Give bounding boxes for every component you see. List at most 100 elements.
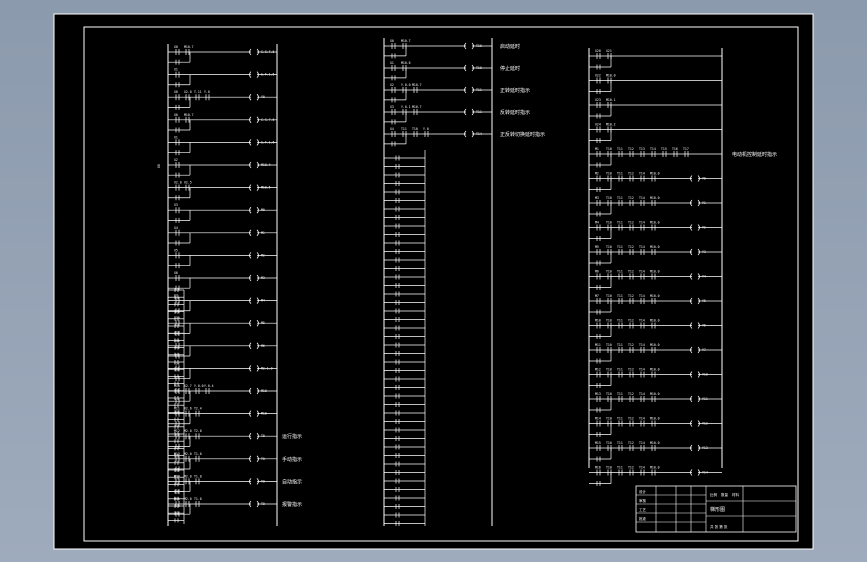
right_column-contact-label: T14: [639, 294, 645, 298]
left_column-contact-label: X1: [174, 135, 178, 139]
right_column-contact-label: T17: [683, 147, 689, 151]
left_column-contact-label: X0: [174, 45, 178, 49]
right_column-contact-label: T14: [639, 368, 645, 372]
right_column-contact-label: X24: [595, 123, 601, 127]
title-block-scale-label: 比例: [710, 492, 718, 497]
right_column-contact-label: M7: [595, 294, 599, 298]
left_column-contact-label: Y.0.0: [194, 384, 204, 388]
right_column-contact-label: M10.0: [650, 466, 660, 470]
left_column-contact-label: X3: [174, 203, 178, 207]
title-block-title: 梯形图: [710, 506, 725, 513]
left_column-rung-comment: 自动指示: [282, 478, 302, 485]
middle_column-rung-comment: 启动延时: [500, 43, 520, 50]
right_column-rung-comment: 电动机控制延时指示: [732, 151, 777, 158]
middle_column-contact-label: Y.0.1: [401, 105, 411, 109]
left-rail-label: X0: [157, 164, 161, 168]
right_column-contact-label: T10: [606, 294, 612, 298]
middle_column-contact-label: Y.0.0: [401, 83, 411, 87]
left_column-contact-label: M2.0: [184, 452, 192, 456]
middle_column-rung-comment: 正反转切换延时指示: [500, 131, 545, 138]
right_column-contact-label: T12: [628, 245, 634, 249]
right_column-contact-label: T14: [639, 172, 645, 176]
title-block-scale-label: 数量: [721, 492, 729, 497]
right_column-contact-label: X22: [595, 74, 601, 78]
right_column-contact-label: T14: [639, 392, 645, 396]
title-block-row-label: 审核: [639, 498, 647, 503]
drawing-canvas: X0 M10.7 C.S.F.5 X1 S.F.1.5 X0 X2.0 T.11 Y.0 Y0 X0…: [0, 0, 867, 562]
left_column-contact-label: X2.0: [174, 181, 182, 185]
left_column-contact-label: T.11: [194, 90, 202, 94]
right_column-contact-label: T11: [617, 172, 623, 176]
left_column-contact-label: M2.0: [184, 474, 192, 478]
title-block-sheet-label: 共 张 第 张: [710, 524, 728, 529]
right_column-contact-label: T10: [606, 196, 612, 200]
right_column-contact-label: T12: [628, 441, 634, 445]
middle_column-contact-label: X3: [390, 105, 394, 109]
right_column-contact-label: T10: [606, 172, 612, 176]
left_column-contact-label: X6: [174, 271, 178, 275]
right_column-contact-label: T11: [617, 294, 623, 298]
right_column-contact-label: T12: [628, 417, 634, 421]
middle_column-contact-label: M10.7: [412, 83, 422, 87]
left_column-contact-label: X2.7: [184, 384, 192, 388]
right_column-contact-label: T13: [639, 147, 645, 151]
right_column-contact-label: T14: [650, 147, 656, 151]
right_column-contact-label: M10.0: [650, 196, 660, 200]
right_column-contact-label: M10.0: [650, 417, 660, 421]
right_column-contact-label: T12: [628, 368, 634, 372]
title-block-row-label: 工艺: [639, 507, 647, 512]
middle_column-contact-label: M10.7: [401, 39, 411, 43]
title-block-row-label: 批准: [639, 516, 647, 521]
right_column-contact-label: T11: [617, 417, 623, 421]
left_column-contact-label: M10.7: [184, 113, 194, 117]
left_column-contact-label: X5: [174, 248, 178, 252]
right_column-contact-label: M10.2: [606, 123, 616, 127]
right_column-contact-label: T15: [661, 147, 667, 151]
right_column-contact-label: M2: [595, 172, 599, 176]
middle_column-contact-label: M10.7: [412, 105, 422, 109]
left_column-contact-label: M2.0: [184, 497, 192, 501]
left_column-contact-label: T2.0: [194, 429, 202, 433]
right_column-contact-label: T11: [617, 147, 623, 151]
right_column-contact-label: T10: [606, 466, 612, 470]
right_column-contact-label: T11: [617, 343, 623, 347]
middle_column-rung-comment: 停止延时: [500, 65, 520, 72]
right_column-contact-label: M14: [595, 417, 601, 421]
right_column-contact-label: M13: [595, 392, 601, 396]
middle_column-contact-label: M10.6: [401, 61, 411, 65]
right_column-contact-label: T10: [606, 441, 612, 445]
right_column-contact-label: T10: [606, 270, 612, 274]
right_column-contact-label: T12: [628, 270, 634, 274]
left_column-contact-label: X0: [174, 113, 178, 117]
right_column-contact-label: T11: [617, 270, 623, 274]
right_column-contact-label: M10.0: [650, 270, 660, 274]
right_column-contact-label: T12: [628, 294, 634, 298]
right_column-contact-label: T11: [617, 368, 623, 372]
right_column-contact-label: M4: [595, 221, 599, 225]
right_column-contact-label: T10: [606, 417, 612, 421]
left_column-contact-label: X2.0: [184, 90, 192, 94]
right_column-contact-label: T10: [606, 221, 612, 225]
right_column-contact-label: T12: [628, 147, 634, 151]
left_column-contact-label: M10.7: [184, 45, 194, 49]
right_column-contact-label: T11: [617, 392, 623, 396]
middle_column-contact-label: T10: [412, 127, 418, 131]
right_column-contact-label: M10.0: [650, 294, 660, 298]
right_column-contact-label: T16: [672, 147, 678, 151]
left_column-contact-label: Y.0.4: [204, 384, 214, 388]
right_column-contact-label: T14: [639, 466, 645, 470]
right_column-contact-label: T14: [639, 441, 645, 445]
right_column-contact-label: T12: [628, 172, 634, 176]
left_column-rung-comment: 运行指示: [282, 433, 302, 440]
right_column-contact-label: T12: [628, 343, 634, 347]
right_column-contact-label: T11: [617, 319, 623, 323]
right_column-contact-label: T14: [639, 343, 645, 347]
right_column-contact-label: M10.0: [650, 319, 660, 323]
right_column-contact-label: T10: [606, 245, 612, 249]
left_column-rung-comment: 报警指示: [282, 501, 302, 508]
right_column-contact-label: X21: [606, 49, 612, 53]
left_column-contact-label: X2.5: [184, 181, 192, 185]
right_column-contact-label: T10: [606, 319, 612, 323]
right_column-contact-label: T12: [628, 319, 634, 323]
right_column-contact-label: M16: [595, 466, 601, 470]
